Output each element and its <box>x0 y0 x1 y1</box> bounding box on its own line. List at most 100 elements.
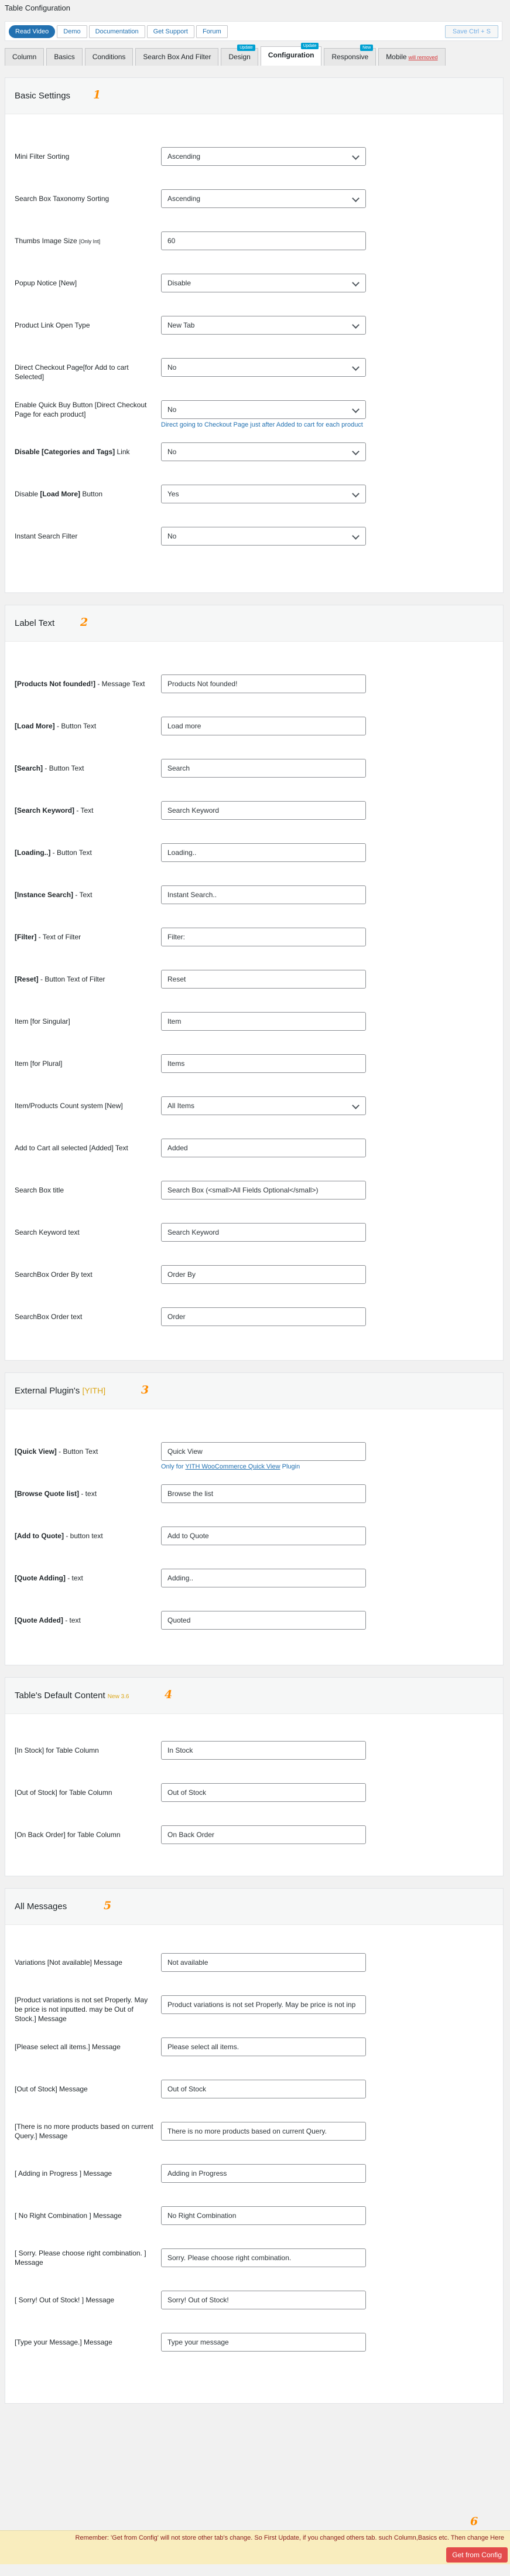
message-input[interactable]: Please select all items. <box>161 2037 366 2056</box>
label-text: - Button Text <box>43 764 84 772</box>
setting-label: [ Sorry! Out of Stock! ] Message <box>15 2296 115 2304</box>
label-text-input[interactable]: Search Keyword <box>161 801 366 820</box>
setting-label: [ No Right Combination ] Message <box>15 2212 122 2220</box>
message-input[interactable]: No Right Combination <box>161 2206 366 2225</box>
setting-label: Mini Filter Sorting <box>15 152 70 161</box>
quote-adding-input[interactable]: Adding.. <box>161 1569 366 1587</box>
tab-conditions[interactable]: Conditions <box>84 48 134 66</box>
message-input[interactable]: Product variations is not set Properly. … <box>161 1995 366 2014</box>
label-text: Add to Cart all selected [Added] Text <box>15 1144 128 1152</box>
label-text-input[interactable]: Order <box>161 1307 366 1326</box>
on-back-order-input[interactable]: On Back Order <box>161 1825 366 1844</box>
setting-label: [Filter] - Text of Filter <box>15 932 155 942</box>
label-text: - Text of Filter <box>36 933 81 941</box>
thumbs-image-size-input[interactable]: 60 <box>161 231 366 250</box>
quick-buy-select[interactable]: No <box>161 400 366 419</box>
label-text: - text <box>79 1490 97 1498</box>
label-text-input[interactable]: Reset <box>161 970 366 989</box>
title-text: External Plugin's <box>15 1386 80 1396</box>
label-text-input[interactable]: Item <box>161 1012 366 1031</box>
browse-quote-input[interactable]: Browse the list <box>161 1484 366 1503</box>
setting-label: [In Stock] for Table Column <box>15 1746 99 1754</box>
label-text: - Button Text of Filter <box>38 975 105 983</box>
tab-search-box-and-filter[interactable]: Search Box And Filter <box>135 48 219 66</box>
tab-configuration[interactable]: Configuration Update <box>260 43 322 66</box>
taxonomy-sorting-select[interactable]: Ascending <box>161 189 366 208</box>
count-system-select[interactable]: All Items <box>161 1096 366 1115</box>
label-text: Button <box>80 490 103 498</box>
all-messages-section: All Messages 5 Variations [Not available… <box>5 1888 504 2404</box>
setting-label: [Products Not founded!] - Message Text <box>15 679 155 689</box>
setting-label: [Search] - Button Text <box>15 764 155 773</box>
tab-responsive[interactable]: Responsive New <box>324 45 376 66</box>
label-bold: [Reset] <box>15 975 39 983</box>
message-input[interactable]: Adding in Progress <box>161 2164 366 2183</box>
section-title: All Messages <box>15 1902 67 1911</box>
label-hint: [Only Int] <box>79 238 101 244</box>
label-text-input[interactable]: Filter: <box>161 928 366 946</box>
forum-link[interactable]: Forum <box>196 25 228 38</box>
setting-label: Add to Cart all selected [Added] Text <box>15 1143 155 1153</box>
direct-checkout-select[interactable]: No <box>161 358 366 377</box>
label-text: - Button Text <box>50 849 92 857</box>
quote-added-input[interactable]: Quoted <box>161 1611 366 1630</box>
mini-filter-sorting-select[interactable]: Ascending <box>161 147 366 166</box>
tab-mobile[interactable]: Mobile will removed <box>378 48 446 66</box>
instant-search-select[interactable]: No <box>161 527 366 546</box>
setting-label: Product Link Open Type <box>15 321 90 329</box>
read-video-link[interactable]: Read Video <box>9 25 56 38</box>
message-input[interactable]: Sorry! Out of Stock! <box>161 2291 366 2309</box>
label-text-input[interactable]: Added <box>161 1139 366 1157</box>
quick-view-input[interactable]: Quick View <box>161 1442 366 1461</box>
label-text-input[interactable]: Search <box>161 759 366 778</box>
section-number: 3 <box>141 1384 149 1396</box>
label-text: - Text <box>74 806 94 815</box>
label-text-input[interactable]: Order By <box>161 1265 366 1284</box>
disable-load-more-select[interactable]: Yes <box>161 485 366 503</box>
in-stock-input[interactable]: In Stock <box>161 1741 366 1760</box>
section-title: Label Text <box>15 618 55 628</box>
save-button[interactable]: Save Ctrl + S <box>444 25 498 38</box>
product-link-open-select[interactable]: New Tab <box>161 316 366 335</box>
tab-column[interactable]: Column <box>5 48 45 66</box>
out-of-stock-input[interactable]: Out of Stock <box>161 1783 366 1802</box>
tab-basics[interactable]: Basics <box>46 48 83 66</box>
message-input[interactable]: Sorry. Please choose right combination. <box>161 2248 366 2267</box>
message-input[interactable]: Out of Stock <box>161 2080 366 2098</box>
setting-label: Item [for Singular] <box>15 1017 155 1026</box>
message-input[interactable]: Type your message <box>161 2333 366 2352</box>
new-badge: New <box>360 45 374 51</box>
label-text-input[interactable]: Search Keyword <box>161 1223 366 1242</box>
label-text-input[interactable]: Search Box (<small>All Fields Optional</… <box>161 1181 366 1200</box>
documentation-link[interactable]: Documentation <box>88 25 145 38</box>
yith-quick-view-link[interactable]: YITH WooCommerce Quick View <box>185 1463 280 1470</box>
update-badge: Update <box>237 45 255 51</box>
label-bold: [Search Keyword] <box>15 806 75 815</box>
setting-label: Search Keyword text <box>15 1228 155 1237</box>
tab-label: Basics <box>54 53 75 61</box>
help-text: Only for YITH WooCommerce Quick View Plu… <box>161 1463 300 1470</box>
demo-link[interactable]: Demo <box>57 25 87 38</box>
popup-notice-select[interactable]: Disable <box>161 274 366 292</box>
section-header: External Plugin's [YITH] 3 <box>5 1373 503 1409</box>
section-number: 6 <box>470 2515 478 2528</box>
label-text: Item [for Singular] <box>15 1017 70 1025</box>
get-support-link[interactable]: Get Support <box>146 25 194 38</box>
setting-label: Disable [Categories and Tags] Link <box>15 447 155 456</box>
message-input[interactable]: Not available <box>161 1953 366 1972</box>
message-input[interactable]: There is no more products based on curre… <box>161 2122 366 2141</box>
label-text-input[interactable]: Products Not founded! <box>161 674 366 693</box>
setting-label: Search Box Taxonomy Sorting <box>15 195 109 203</box>
removed-note: will removed <box>408 54 438 60</box>
label-text: - Button Text <box>56 1447 98 1456</box>
disable-link-select[interactable]: No <box>161 442 366 461</box>
tab-design[interactable]: Design Update <box>221 45 258 66</box>
label-text-input[interactable]: Items <box>161 1054 366 1073</box>
page-title: Table Configuration <box>5 4 71 12</box>
label-text-input[interactable]: Loading.. <box>161 843 366 862</box>
label-text-input[interactable]: Load more <box>161 717 366 735</box>
label-bold: [Search] <box>15 764 43 772</box>
get-from-config-button[interactable]: Get from Config <box>446 2547 508 2563</box>
add-to-quote-input[interactable]: Add to Quote <box>161 1526 366 1545</box>
label-text-input[interactable]: Instant Search.. <box>161 885 366 904</box>
